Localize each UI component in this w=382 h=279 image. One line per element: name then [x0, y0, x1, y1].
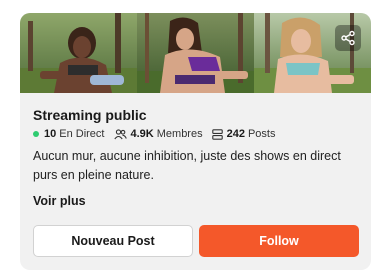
stat-posts: 242 Posts	[211, 127, 276, 141]
card-actions: Nouveau Post Follow	[33, 225, 359, 257]
posts-count: 242	[226, 128, 245, 140]
new-post-button[interactable]: Nouveau Post	[33, 225, 193, 257]
live-label: En Direct	[59, 128, 105, 140]
live-count: 10	[44, 128, 57, 140]
banner-photos	[20, 13, 371, 93]
stat-live: 10 En Direct	[33, 127, 105, 141]
share-button[interactable]	[335, 25, 361, 51]
follow-button[interactable]: Follow	[199, 225, 359, 257]
share-icon	[340, 30, 356, 46]
community-title[interactable]: Streaming public	[33, 107, 358, 124]
see-more-link[interactable]: Voir plus	[33, 194, 86, 208]
stat-members: 4.9K Membres	[113, 127, 203, 141]
posts-icon	[211, 128, 223, 140]
posts-label: Posts	[247, 128, 276, 140]
community-card: Streaming public 10 En Direct 4.9K Membr	[20, 13, 371, 270]
community-description: Aucun mur, aucune inhibition, juste des …	[33, 149, 341, 182]
card-content: Streaming public 10 En Direct 4.9K Membr	[33, 107, 358, 210]
banner[interactable]	[20, 13, 371, 93]
banner-photo-2	[137, 13, 254, 93]
banner-photo-1	[20, 13, 137, 93]
members-count: 4.9K	[130, 128, 154, 140]
live-dot-icon	[33, 131, 39, 137]
members-label: Membres	[156, 128, 203, 140]
stats-row: 10 En Direct 4.9K Membres 242 Posts	[33, 127, 358, 141]
members-icon	[113, 128, 127, 140]
